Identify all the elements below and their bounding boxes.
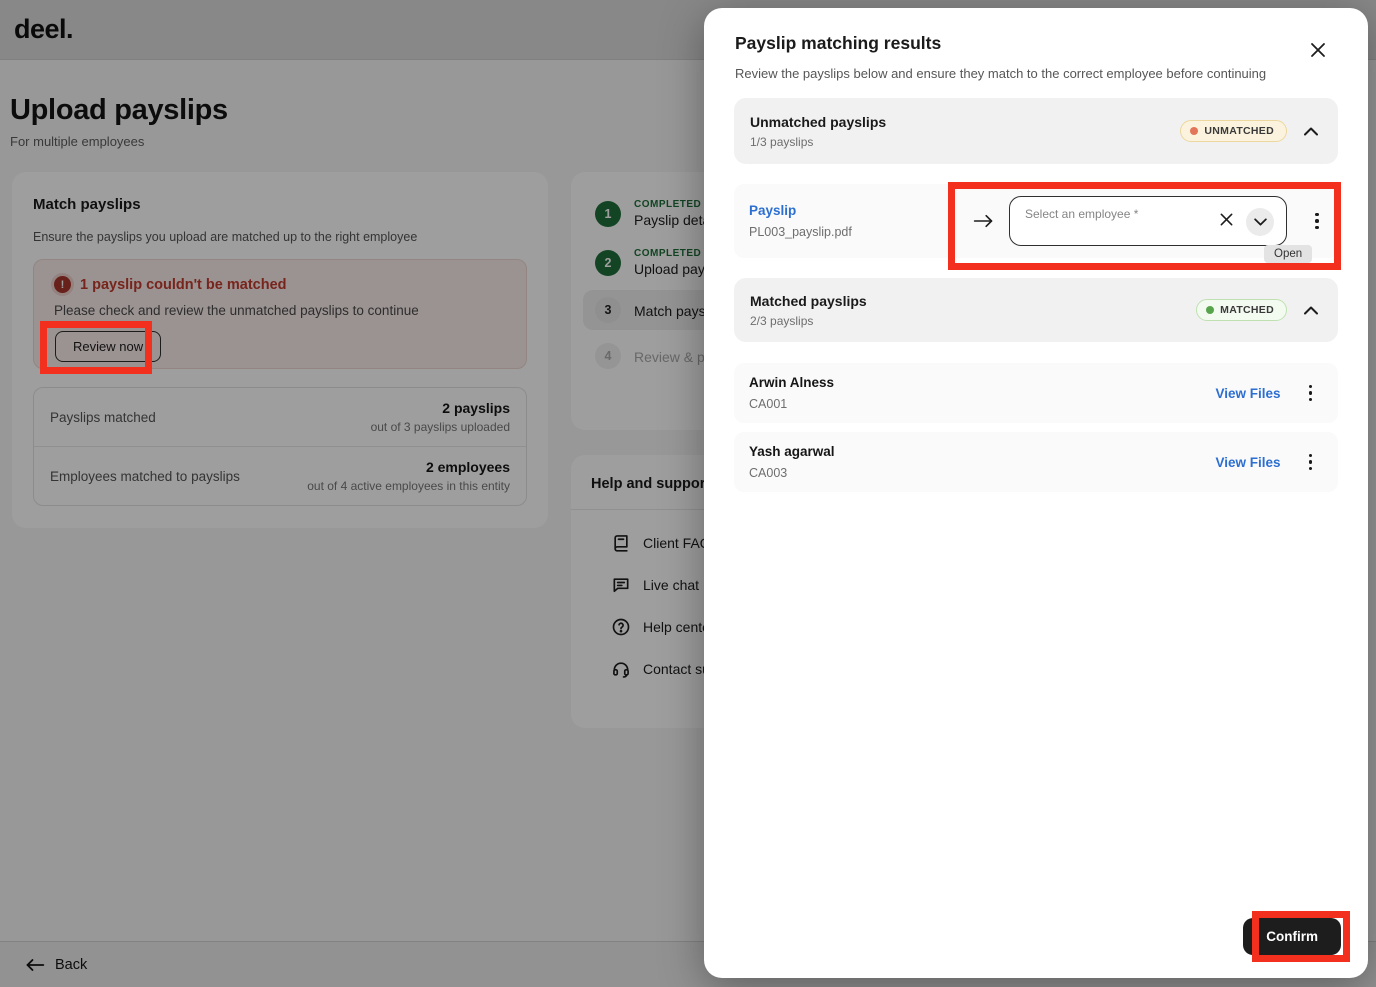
confirm-button[interactable]: Confirm <box>1243 918 1341 955</box>
modal-subtitle: Review the payslips below and ensure the… <box>735 66 1267 81</box>
payslip-filename: PL003_payslip.pdf <box>749 225 852 239</box>
modal-title: Payslip matching results <box>735 33 942 53</box>
employee-name: Yash agarwal <box>749 444 835 459</box>
select-placeholder: Select an employee * <box>1025 207 1139 221</box>
employee-id: CA003 <box>749 466 788 480</box>
kebab-menu-icon[interactable] <box>1303 448 1319 477</box>
section-count: 1/3 payslips <box>750 134 814 149</box>
unmatched-payslip-row: Payslip PL003_payslip.pdf Select an empl… <box>734 184 1338 258</box>
section-title: Unmatched payslips <box>750 113 887 130</box>
close-icon[interactable] <box>1306 38 1330 62</box>
matched-section-header[interactable]: Matched payslips 2/3 payslips MATCHED <box>734 278 1338 342</box>
employee-select[interactable]: Select an employee * <box>1009 196 1287 246</box>
open-tooltip: Open <box>1264 245 1313 263</box>
section-count: 2/3 payslips <box>750 313 814 328</box>
matched-badge: MATCHED <box>1196 299 1287 321</box>
kebab-menu-icon[interactable] <box>1303 379 1319 408</box>
matched-employee-row: Arwin Alness CA001 View Files <box>734 363 1338 423</box>
unmatched-dot-icon <box>1190 127 1199 135</box>
payslip-matching-modal: Payslip matching results Review the pays… <box>704 8 1368 978</box>
clear-icon[interactable] <box>1219 212 1234 227</box>
kebab-menu-icon[interactable] <box>1309 207 1325 236</box>
chevron-up-icon[interactable] <box>1304 306 1318 315</box>
unmatched-section-header[interactable]: Unmatched payslips 1/3 payslips UNMATCHE… <box>734 98 1338 164</box>
arrow-right-icon <box>973 214 993 228</box>
unmatched-badge: UNMATCHED <box>1180 120 1287 142</box>
chevron-down-icon <box>1253 218 1267 226</box>
matched-dot-icon <box>1206 306 1215 314</box>
employee-name: Arwin Alness <box>749 375 835 390</box>
view-files-link[interactable]: View Files <box>1215 455 1280 470</box>
chevron-down-button[interactable] <box>1246 208 1274 236</box>
section-title: Matched payslips <box>750 292 867 309</box>
employee-id: CA001 <box>749 397 788 411</box>
app-window: deel. Upload payslips For multiple emplo… <box>0 0 1376 987</box>
payslip-link[interactable]: Payslip <box>749 203 972 218</box>
matched-employee-row: Yash agarwal CA003 View Files <box>734 432 1338 492</box>
chevron-up-icon[interactable] <box>1304 127 1318 136</box>
view-files-link[interactable]: View Files <box>1215 386 1280 401</box>
